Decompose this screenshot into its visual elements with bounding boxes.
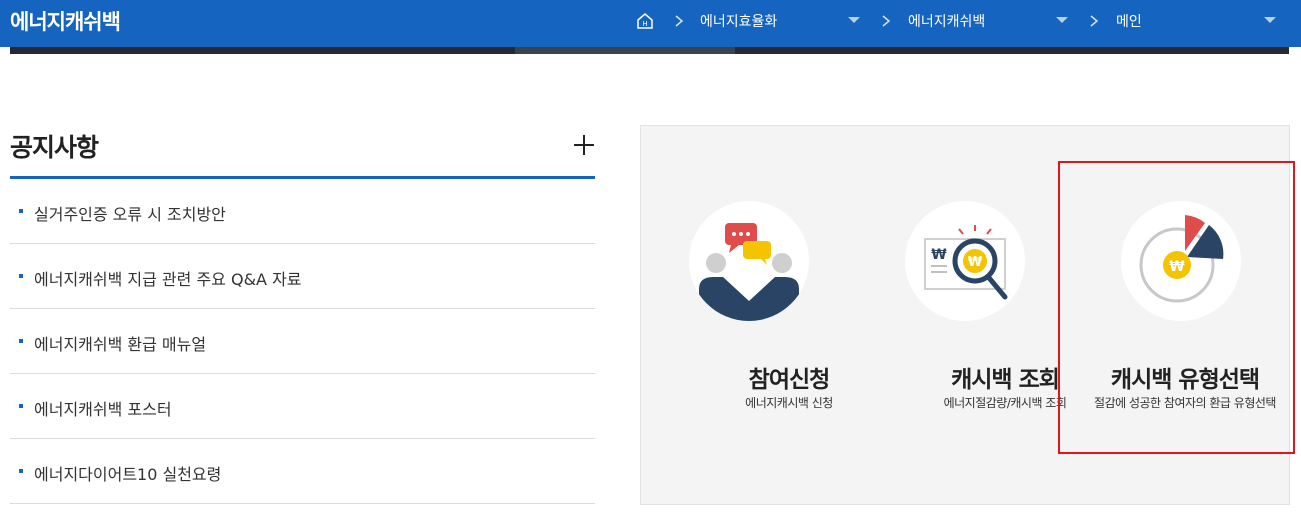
notice-item-label[interactable]: 에너지다이어트10 실천요령 <box>34 461 221 485</box>
svg-text:₩: ₩ <box>1169 259 1185 275</box>
cashback-inquiry-card-title: 캐시백 조회 <box>951 367 1060 393</box>
notice-item-label[interactable]: 에너지캐쉬백 환급 매뉴얼 <box>34 331 206 355</box>
cashback-inquiry-card[interactable]: ₩ ₩ 캐시백 조회 에너지절감량/캐시백 조회 <box>905 126 1105 426</box>
breadcrumb-item-main[interactable]: 메인 <box>1116 11 1142 31</box>
list-item[interactable]: 에너지다이어트10 실천요령 <box>10 439 595 504</box>
list-item[interactable]: 에너지캐쉬백 지급 관련 주요 Q&A 자료 <box>10 244 595 309</box>
cashback-type-select-card-desc: 절감에 성공한 참여자의 환급 유형선택 <box>1094 396 1276 410</box>
apply-card-desc: 에너지캐시백 신청 <box>745 396 833 410</box>
bullet-icon <box>19 404 23 408</box>
list-item[interactable]: 에너지캐쉬백 환급 매뉴얼 <box>10 309 595 374</box>
chevron-right-icon <box>882 15 891 27</box>
bullet-icon <box>19 209 23 213</box>
list-item[interactable]: 에너지캐쉬백 포스터 <box>10 374 595 439</box>
notice-more-plus-icon[interactable] <box>574 135 594 155</box>
cashback-type-select-card-title: 캐시백 유형선택 <box>1110 367 1260 393</box>
cashback-type-select-card[interactable]: ₩ 캐시백 유형선택 절감에 성공한 참여자의 환급 유형선택 <box>1080 126 1290 426</box>
svg-text:₩: ₩ <box>968 255 983 270</box>
chevron-down-icon[interactable] <box>1264 17 1276 23</box>
top-header-bar: 에너지캐쉬백 H 에너지효율화 에너지캐쉬백 메인 <box>0 0 1301 47</box>
apply-card-title: 참여신청 <box>748 367 831 393</box>
service-panel: 참여신청 에너지캐시백 신청 ₩ ₩ 캐시백 조회 에너지절감량/캐시백 조회 <box>640 125 1290 505</box>
bullet-icon <box>19 469 23 473</box>
won-pie-chart-icon: ₩ <box>1121 201 1241 321</box>
notice-list: 실거주인증 오류 시 조치방안 에너지캐쉬백 지급 관련 주요 Q&A 자료 에… <box>10 179 595 504</box>
chevron-right-icon <box>675 15 684 27</box>
notice-item-label[interactable]: 에너지캐쉬백 포스터 <box>34 396 172 420</box>
chevron-down-icon[interactable] <box>848 17 860 23</box>
bullet-icon <box>19 339 23 343</box>
notice-item-label[interactable]: 에너지캐쉬백 지급 관련 주요 Q&A 자료 <box>34 266 302 290</box>
list-item[interactable]: 실거주인증 오류 시 조치방안 <box>10 179 595 244</box>
notice-item-label[interactable]: 실거주인증 오류 시 조치방안 <box>34 201 226 225</box>
svg-text:₩: ₩ <box>931 247 947 263</box>
won-magnifier-icon: ₩ ₩ <box>905 201 1025 321</box>
notice-section-title: 공지사항 <box>10 133 99 162</box>
cashback-inquiry-card-desc: 에너지절감량/캐시백 조회 <box>943 396 1067 410</box>
svg-text:H: H <box>642 20 647 28</box>
breadcrumb-item-efficiency[interactable]: 에너지효율화 <box>700 11 777 31</box>
breadcrumb-item-cashback[interactable]: 에너지캐쉬백 <box>908 11 985 31</box>
chevron-down-icon[interactable] <box>1056 17 1068 23</box>
home-icon[interactable]: H <box>636 12 654 30</box>
apply-card[interactable]: 참여신청 에너지캐시백 신청 <box>689 126 889 426</box>
chevron-right-icon <box>1090 15 1099 27</box>
hero-image-strip <box>10 47 1289 54</box>
site-logo[interactable]: 에너지캐쉬백 <box>10 6 121 36</box>
bullet-icon <box>19 274 23 278</box>
hero-photo <box>515 47 735 54</box>
chat-people-icon <box>689 201 809 321</box>
